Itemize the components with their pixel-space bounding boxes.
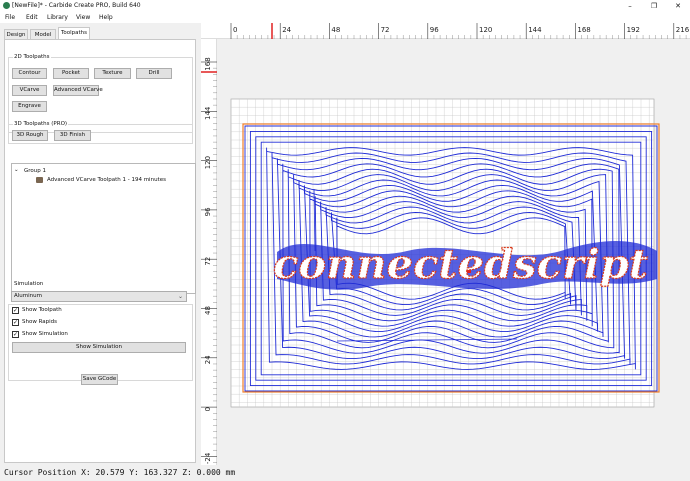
close-icon[interactable]: ✕ xyxy=(666,0,690,12)
horizontal-ruler-ticks: 0 24 48 72 96 120 144 168 192 216 xyxy=(230,23,690,39)
status-bar: Cursor Position X: 20.579 Y: 163.327 Z: … xyxy=(0,465,690,481)
vertical-ruler-ticks: 168 144 120 96 72 48 24 0 -24 xyxy=(201,57,217,464)
3d-finish-button[interactable]: 3D Finish xyxy=(54,130,91,141)
ruler-label: 72 xyxy=(204,257,212,266)
menu-edit[interactable]: Edit xyxy=(26,13,38,22)
ruler-label: 144 xyxy=(528,26,542,34)
cursor-position: Cursor Position X: 20.579 Y: 163.327 Z: … xyxy=(4,468,236,477)
chevron-down-icon: ⌄ xyxy=(177,293,183,300)
show-simulation-button[interactable]: Show Simulation xyxy=(12,342,186,353)
menu-library[interactable]: Library xyxy=(47,13,68,22)
ruler-label: 168 xyxy=(204,57,212,70)
ruler-label: 144 xyxy=(204,106,212,120)
ruler-label: 216 xyxy=(676,26,690,34)
toolpath-icon xyxy=(36,177,43,183)
menu-bar: File Edit Library View Help xyxy=(0,12,690,23)
toolpath-preview[interactable]: connectedscript xyxy=(217,39,690,465)
contour-button[interactable]: Contour xyxy=(12,68,47,79)
advanced-vcarve-button[interactable]: Advanced VCarve xyxy=(53,85,103,96)
show-rapids-label: Show Rapids xyxy=(22,319,58,325)
ruler-label: 48 xyxy=(331,26,340,34)
toolpath-tree[interactable]: ⌄ Group 1 Advanced VCarve Toolpath 1 - 1… xyxy=(11,163,196,294)
horizontal-ruler: 0 24 48 72 96 120 144 168 192 216 xyxy=(201,23,690,39)
show-rapids-checkbox[interactable]: ✓ xyxy=(12,319,19,326)
vertical-ruler: 168 144 120 96 72 48 24 0 -24 xyxy=(201,39,217,465)
material-value: Aluminum xyxy=(14,293,42,299)
pocket-button[interactable]: Pocket xyxy=(53,68,89,79)
menu-file[interactable]: File xyxy=(5,13,15,22)
ruler-label: 96 xyxy=(204,207,212,216)
minimize-icon[interactable]: – xyxy=(618,0,642,12)
simulation-title: Simulation xyxy=(13,280,45,288)
group-2d-title: 2D Toolpaths xyxy=(13,53,51,61)
toolpath-canvas[interactable]: connectedscript xyxy=(217,39,690,465)
material-select[interactable]: Aluminum ⌄ xyxy=(11,291,187,302)
ruler-label: 24 xyxy=(282,26,291,34)
ruler-label: 192 xyxy=(627,26,640,34)
ruler-label: -24 xyxy=(204,452,212,464)
ruler-label: 0 xyxy=(233,26,237,34)
carbide-logo-icon xyxy=(3,2,10,9)
menu-view[interactable]: View xyxy=(76,13,90,22)
tree-group-label[interactable]: Group 1 xyxy=(24,167,46,175)
3d-rough-button[interactable]: 3D Rough xyxy=(12,130,48,141)
restore-icon[interactable]: ❐ xyxy=(642,0,666,12)
vcarve-button[interactable]: VCarve xyxy=(12,85,47,96)
menu-help[interactable]: Help xyxy=(99,13,113,22)
design-text: connectedscript xyxy=(273,241,649,288)
ruler-label: 120 xyxy=(479,26,492,34)
tab-page: 2D Toolpaths Contour Pocket Texture Dril… xyxy=(4,39,196,463)
show-toolpath-checkbox[interactable]: ✓ xyxy=(12,307,19,314)
drill-button[interactable]: Drill xyxy=(136,68,172,79)
ruler-label: 48 xyxy=(204,306,212,315)
engrave-button[interactable]: Engrave xyxy=(12,101,47,112)
ruler-label: 120 xyxy=(204,156,212,169)
show-simulation-checkbox[interactable]: ✓ xyxy=(12,331,19,338)
ruler-label: 168 xyxy=(577,26,590,34)
ruler-label: 72 xyxy=(381,26,390,34)
ruler-label: 0 xyxy=(204,407,212,411)
chevron-down-icon[interactable]: ⌄ xyxy=(14,166,19,174)
group-3d-title: 3D Toolpaths (PRO) xyxy=(13,120,69,128)
ruler-label: 24 xyxy=(204,355,212,364)
toolpaths-panel: Design Model Toolpaths 2D Toolpaths Cont… xyxy=(0,23,197,465)
window-title: [NewFile]* - Carbide Create PRO, Build 6… xyxy=(12,2,141,9)
tree-toolpath-item[interactable]: Advanced VCarve Toolpath 1 - 194 minutes xyxy=(47,176,166,184)
save-gcode-button[interactable]: Save GCode xyxy=(81,374,118,385)
canvas-area[interactable]: 0 24 48 72 96 120 144 168 192 216 168 144 120 96 72 48… xyxy=(201,23,690,465)
title-bar: [NewFile]* - Carbide Create PRO, Build 6… xyxy=(0,0,690,12)
show-toolpath-label: Show Toolpath xyxy=(22,307,62,313)
texture-button[interactable]: Texture xyxy=(94,68,131,79)
show-simulation-label: Show Simulation xyxy=(22,331,68,337)
ruler-label: 96 xyxy=(430,26,439,34)
